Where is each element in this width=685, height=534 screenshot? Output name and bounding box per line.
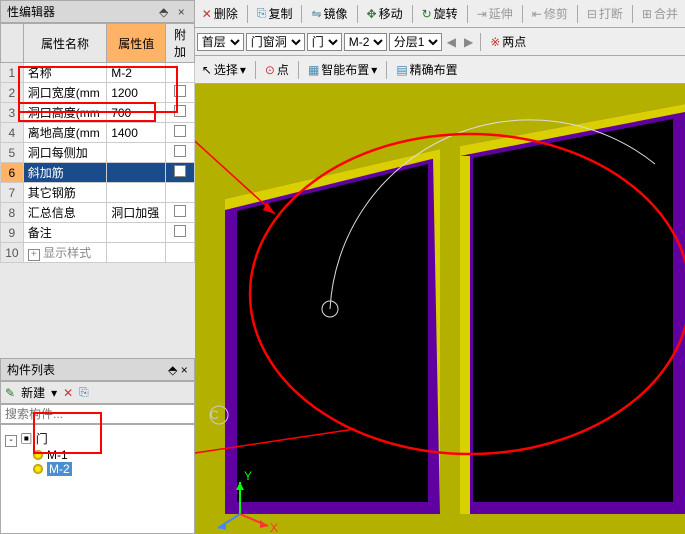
checkbox-icon bbox=[174, 105, 186, 117]
extend-button[interactable]: ⇥延伸 bbox=[472, 2, 518, 25]
type-select[interactable]: 门 bbox=[307, 33, 342, 51]
svg-text:X: X bbox=[270, 521, 278, 534]
table-row: 3洞口高度(mm700 bbox=[1, 103, 195, 123]
checkbox-icon bbox=[174, 225, 186, 237]
table-row: 7其它钢筋 bbox=[1, 183, 195, 203]
table-row: 4离地高度(mm1400 bbox=[1, 123, 195, 143]
merge-icon: ⊞ bbox=[642, 7, 652, 21]
cursor-icon: ↖ bbox=[202, 63, 212, 77]
checkbox-icon bbox=[174, 205, 186, 217]
col-addon[interactable]: 附加 bbox=[166, 24, 195, 63]
rotate-button[interactable]: ↻旋转 bbox=[417, 2, 463, 25]
new-button[interactable]: 新建 bbox=[21, 384, 45, 401]
select-button[interactable]: ↖选择▾ bbox=[197, 58, 251, 81]
component-list-title: 构件列表 bbox=[7, 361, 55, 378]
new-icon[interactable]: ✎ bbox=[5, 386, 15, 400]
checkbox-icon bbox=[174, 85, 186, 97]
table-row-selected: 6斜加筋 bbox=[1, 163, 195, 183]
copy-icon[interactable]: ⎘ bbox=[79, 385, 89, 400]
toolbar-edit: ✕删除 ⎘复制 ⇋镜像 ✥移动 ↻旋转 ⇥延伸 ⇤修剪 ⊟打断 ⊞合并 bbox=[195, 0, 685, 28]
component-tree: - ▣ 门 M-1 M-2 bbox=[0, 424, 195, 534]
close-icon[interactable]: × bbox=[181, 363, 188, 377]
table-row: 9备注 bbox=[1, 223, 195, 243]
component-toolbar: ✎ 新建 ▾ ✕ ⎘ bbox=[0, 381, 195, 404]
tree-root[interactable]: - ▣ 门 bbox=[5, 429, 190, 448]
merge-button[interactable]: ⊞合并 bbox=[637, 2, 683, 25]
property-table: 属性名称 属性值 附加 1名称M-2 2洞口宽度(mm1200 3洞口高度(mm… bbox=[0, 23, 195, 263]
nav-right-icon[interactable]: ▶ bbox=[461, 35, 476, 49]
layer-select[interactable]: 首层 bbox=[197, 33, 244, 51]
twopoint-button[interactable]: ※两点 bbox=[485, 30, 531, 53]
break-button[interactable]: ⊟打断 bbox=[582, 2, 628, 25]
model-canvas: Y X C bbox=[195, 84, 685, 534]
move-icon: ✥ bbox=[367, 7, 377, 21]
dropdown-icon: ▾ bbox=[371, 63, 377, 77]
search-input[interactable] bbox=[0, 404, 195, 424]
table-row: 10+ 显示样式 bbox=[1, 243, 195, 263]
target-icon: ⊙ bbox=[265, 63, 275, 77]
checkbox-icon bbox=[174, 165, 186, 177]
category-select[interactable]: 门窗洞 bbox=[246, 33, 305, 51]
delete-button[interactable]: ✕删除 bbox=[197, 2, 243, 25]
dropdown-icon: ▾ bbox=[240, 63, 246, 77]
spacer bbox=[0, 263, 195, 358]
folder-icon: ▣ bbox=[20, 432, 32, 446]
table-row: 5洞口每侧加 bbox=[1, 143, 195, 163]
copy-button[interactable]: ⎘复制 bbox=[252, 2, 298, 25]
trim-button[interactable]: ⇤修剪 bbox=[527, 2, 573, 25]
bullet-icon bbox=[33, 450, 43, 460]
smart-layout-button[interactable]: ▦智能布置▾ bbox=[303, 58, 382, 81]
twopoint-icon: ※ bbox=[490, 35, 500, 49]
table-row: 8汇总信息洞口加强 bbox=[1, 203, 195, 223]
trim-icon: ⇤ bbox=[532, 7, 542, 21]
checkbox-icon bbox=[174, 145, 186, 157]
point-button[interactable]: ⊙点 bbox=[260, 58, 294, 81]
svg-text:Y: Y bbox=[244, 469, 252, 483]
nav-left-icon[interactable]: ◀ bbox=[444, 35, 459, 49]
mirror-button[interactable]: ⇋镜像 bbox=[306, 2, 352, 25]
col-value[interactable]: 属性值 bbox=[107, 24, 166, 63]
rotate-icon: ↻ bbox=[422, 7, 432, 21]
pin-icon[interactable]: ⬘ bbox=[156, 5, 171, 19]
grid-icon: ▦ bbox=[308, 63, 319, 77]
component-list-header: 构件列表 ⬘ × bbox=[0, 358, 195, 381]
toolbar-draw: ↖选择▾ ⊙点 ▦智能布置▾ ▤精确布置 bbox=[195, 56, 685, 84]
close-icon[interactable]: × bbox=[175, 5, 188, 19]
panel-controls: ⬘ × bbox=[168, 363, 188, 377]
precise-layout-button[interactable]: ▤精确布置 bbox=[391, 58, 462, 81]
delete-icon: ✕ bbox=[202, 7, 212, 21]
table-row: 1名称M-2 bbox=[1, 63, 195, 83]
col-name[interactable]: 属性名称 bbox=[23, 24, 106, 63]
tree-item[interactable]: M-1 bbox=[33, 448, 190, 462]
viewport-3d[interactable]: Y X C bbox=[195, 84, 685, 534]
floor-select[interactable]: 分层1 bbox=[389, 33, 442, 51]
code-select[interactable]: M-2 bbox=[344, 33, 387, 51]
table-row: 2洞口宽度(mm1200 bbox=[1, 83, 195, 103]
property-editor-header: 性编辑器 ⬘ × bbox=[0, 0, 195, 23]
break-icon: ⊟ bbox=[587, 7, 597, 21]
extend-icon: ⇥ bbox=[477, 7, 487, 21]
pin-icon[interactable]: ⬘ bbox=[168, 363, 177, 377]
ruler-icon: ▤ bbox=[396, 63, 407, 77]
dropdown-icon[interactable]: ▾ bbox=[51, 386, 57, 400]
property-editor-title: 性编辑器 bbox=[7, 3, 55, 20]
toolbar-nav: 首层 门窗洞 门 M-2 分层1 ◀ ▶ ※两点 bbox=[195, 28, 685, 56]
checkbox-icon bbox=[174, 125, 186, 137]
collapse-icon[interactable]: - bbox=[5, 435, 17, 447]
move-button[interactable]: ✥移动 bbox=[362, 2, 408, 25]
delete-icon[interactable]: ✕ bbox=[63, 386, 73, 400]
mirror-icon: ⇋ bbox=[311, 7, 321, 21]
copy-icon: ⎘ bbox=[257, 6, 267, 21]
panel-controls: ⬘ × bbox=[156, 5, 188, 19]
bullet-icon bbox=[33, 464, 43, 474]
tree-item-selected[interactable]: M-2 bbox=[33, 462, 190, 476]
expand-icon[interactable]: + bbox=[28, 249, 40, 261]
